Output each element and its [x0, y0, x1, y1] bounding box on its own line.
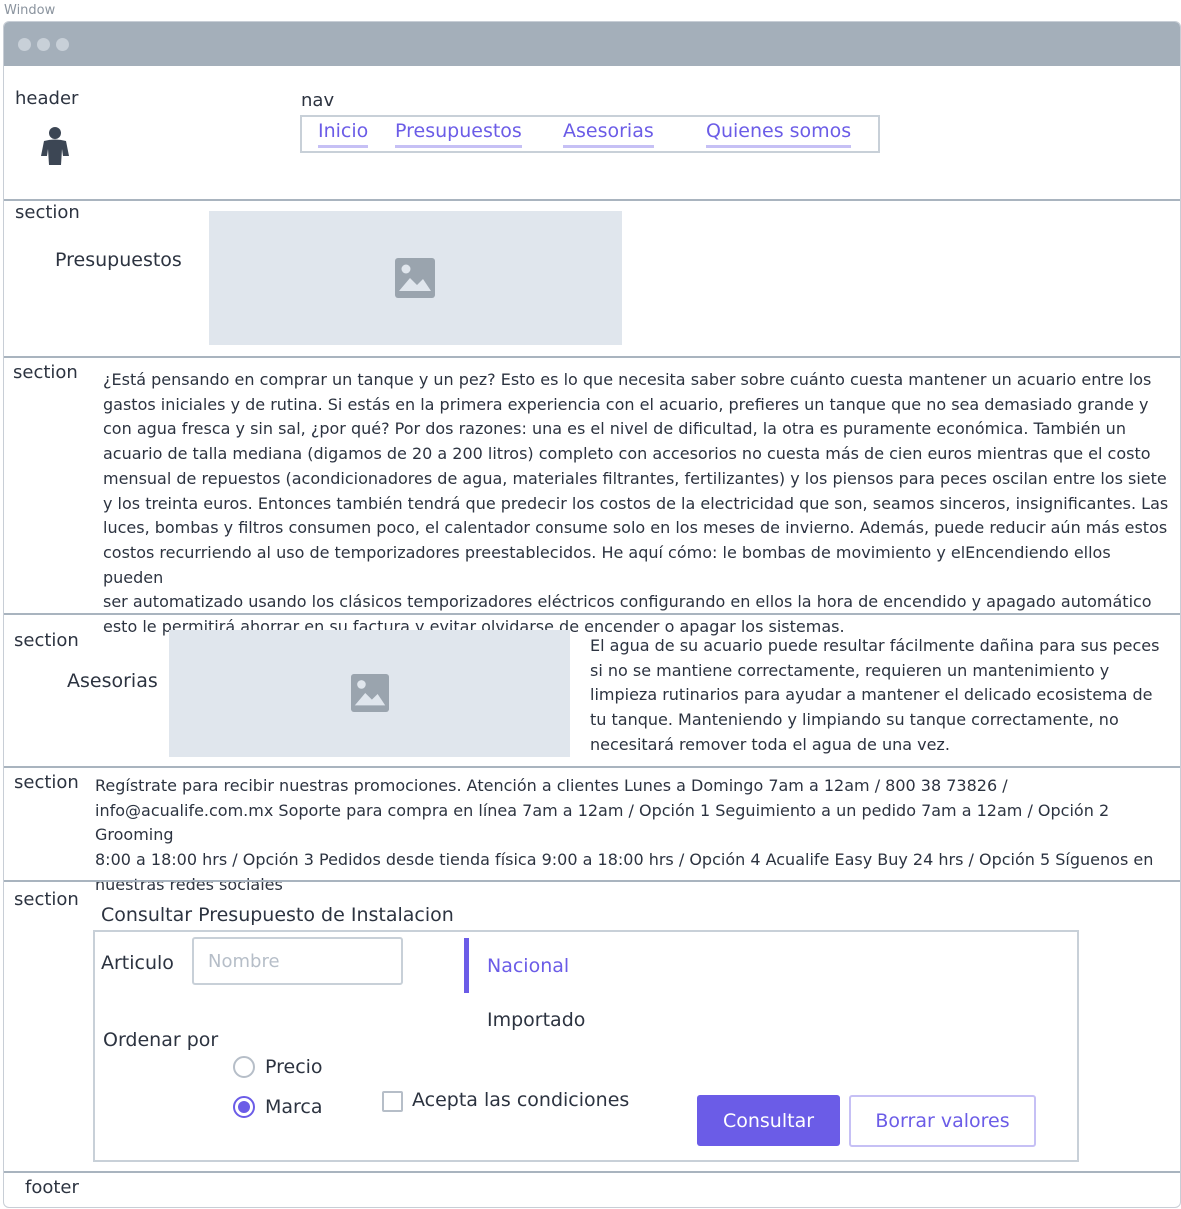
- paragraph-line: mensual de repuestos (acondicionadores d…: [103, 468, 1167, 488]
- section-label: section: [15, 202, 80, 223]
- asesorias-image: [169, 630, 570, 757]
- section-divider: [4, 356, 1180, 358]
- radio-label-marca[interactable]: Marca: [265, 1096, 323, 1118]
- section-divider: [4, 199, 1180, 201]
- selected-indicator: [464, 938, 469, 993]
- paragraph-line: gastos iniciales y de rutina. Si estás e…: [103, 394, 1149, 414]
- articulo-input[interactable]: [192, 937, 403, 985]
- footer-label: footer: [25, 1177, 79, 1198]
- radio-precio[interactable]: [233, 1056, 255, 1078]
- section-label: section: [14, 772, 79, 793]
- nav-link-quienes-somos[interactable]: Quienes somos: [706, 118, 852, 148]
- nav-link-asesorias[interactable]: Asesorias: [563, 118, 654, 148]
- section-heading-asesorias: Asesorias: [67, 670, 158, 692]
- window-dot-icon[interactable]: [37, 38, 50, 51]
- paragraph-line: ¿Está pensando en comprar un tanque y un…: [103, 370, 1152, 389]
- image-icon: [351, 674, 389, 712]
- paragraph-line: luces, bombas y filtros consumen poco, e…: [103, 518, 1168, 538]
- image-icon: [395, 258, 435, 298]
- window-dot-icon[interactable]: [18, 38, 31, 51]
- consultar-button[interactable]: Consultar: [697, 1095, 840, 1146]
- nav-link-inicio[interactable]: Inicio: [318, 118, 369, 148]
- section-divider: [4, 1171, 1180, 1173]
- origin-option-importado[interactable]: Importado: [487, 1009, 585, 1031]
- paragraph-line: limpieza rutinarios para ayudar a manten…: [590, 685, 1153, 705]
- radio-label-precio[interactable]: Precio: [265, 1056, 323, 1078]
- section-divider: [4, 613, 1180, 615]
- nav-link-presupuestos[interactable]: Presupuestos: [395, 118, 522, 148]
- paragraph-line: tu tanque. Manteniendo y limpiando su ta…: [590, 710, 1119, 730]
- paragraph-line: con agua fresca y sin sal, ¿por qué? Por…: [103, 419, 1126, 439]
- header-label: header: [15, 88, 79, 109]
- accept-checkbox[interactable]: [382, 1091, 403, 1112]
- order-label: Ordenar por: [103, 1029, 219, 1051]
- paragraph-line: costos recurriendo al uso de temporizado…: [103, 542, 1111, 587]
- section-heading-presupuestos: Presupuestos: [55, 249, 182, 271]
- origin-option-nacional[interactable]: Nacional: [487, 955, 569, 977]
- contact-paragraph: Regístrate para recibir nuestras promoci…: [95, 774, 1175, 898]
- asesorias-paragraph: El agua de su acuario puede resultar fác…: [590, 634, 1170, 758]
- paragraph-line: si no se mantiene correctamente, requier…: [590, 660, 1110, 680]
- reset-button[interactable]: Borrar valores: [849, 1095, 1036, 1147]
- paragraph-line: nuestras redes sociales: [95, 874, 283, 894]
- paragraph-line: Regístrate para recibir nuestras promoci…: [95, 776, 1008, 795]
- section-divider: [4, 880, 1180, 882]
- presupuestos-image: [209, 211, 622, 345]
- window-label: Window: [4, 3, 56, 18]
- nav-label: nav: [301, 90, 335, 111]
- section-label: section: [14, 889, 79, 910]
- paragraph-line: El agua de su acuario puede resultar fác…: [590, 636, 1160, 655]
- paragraph-line: 8:00 a 18:00 hrs / Opción 3 Pedidos desd…: [95, 850, 1154, 870]
- window-dot-icon[interactable]: [56, 38, 69, 51]
- accept-label[interactable]: Acepta las condiciones: [412, 1089, 629, 1111]
- radio-marca[interactable]: [233, 1096, 255, 1118]
- paragraph-line: y los treinta euros. Entonces también te…: [103, 493, 1169, 513]
- form-title: Consultar Presupuesto de Instalacion: [101, 904, 454, 926]
- paragraph-line: info@acualife.com.mx Soporte para compra…: [95, 800, 1110, 845]
- window: header nav Inicio Presupuestos Asesorias…: [3, 21, 1181, 1208]
- user-icon: [38, 125, 72, 165]
- section-label: section: [14, 630, 79, 651]
- section-label: section: [13, 362, 78, 383]
- title-bar: [4, 22, 1180, 66]
- paragraph-line: ser automatizado usando los clásicos tem…: [103, 592, 1152, 612]
- paragraph-line: acuario de talla mediana (digamos de 20 …: [103, 444, 1151, 464]
- intro-paragraph: ¿Está pensando en comprar un tanque y un…: [103, 368, 1173, 640]
- articulo-label: Articulo: [101, 952, 174, 974]
- paragraph-line: necesitará remover toda el agua de una v…: [590, 734, 950, 754]
- section-divider: [4, 766, 1180, 768]
